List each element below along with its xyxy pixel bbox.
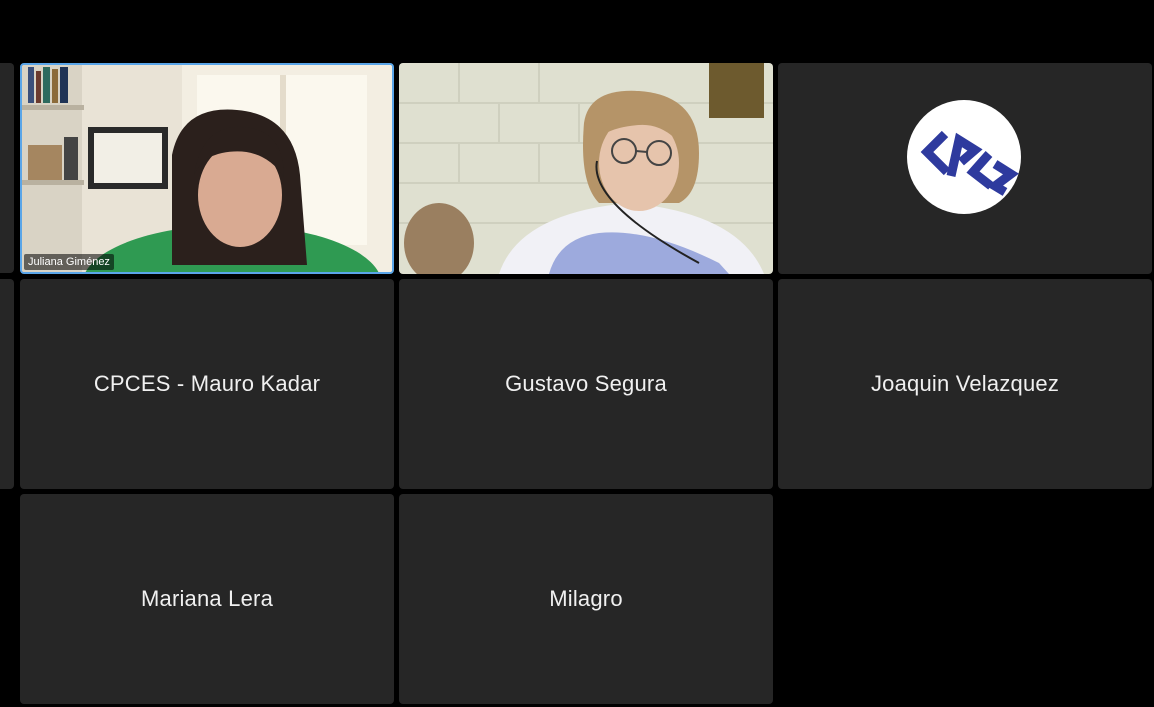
participant-name: Joaquin Velazquez: [870, 371, 1060, 396]
participant-tile-partial[interactable]: [0, 279, 14, 489]
cpce-logo-avatar: [907, 100, 1021, 214]
participant-name: Milagro: [549, 586, 623, 611]
participant-tile-milagro[interactable]: Milagro: [399, 494, 773, 704]
participant-tile-joaquin[interactable]: Joaquin Velazquez: [778, 279, 1152, 489]
participant-name-tag: Juliana Giménez: [24, 254, 114, 270]
participant-tile-video[interactable]: [399, 63, 773, 274]
participant-name: Mariana Lera: [140, 586, 274, 611]
gallery-view: Juliana Giménez CPCES - Mauro Kadar Gust…: [0, 0, 1154, 707]
participant-tile-juliana[interactable]: Juliana Giménez: [20, 63, 394, 274]
cpce-logo-icon: [920, 130, 1019, 196]
participant-tile-partial[interactable]: [0, 63, 14, 273]
participant-tile-mariana[interactable]: Mariana Lera: [20, 494, 394, 704]
participant-tile-gustavo[interactable]: Gustavo Segura: [399, 279, 773, 489]
participant-name: CPCES - Mauro Kadar: [93, 371, 321, 396]
participant-name: Gustavo Segura: [505, 371, 667, 396]
participant-tile-mauro[interactable]: CPCES - Mauro Kadar: [20, 279, 394, 489]
participant-video: [399, 63, 773, 274]
participant-tile-avatar[interactable]: [778, 63, 1152, 274]
participant-video: [22, 65, 392, 272]
